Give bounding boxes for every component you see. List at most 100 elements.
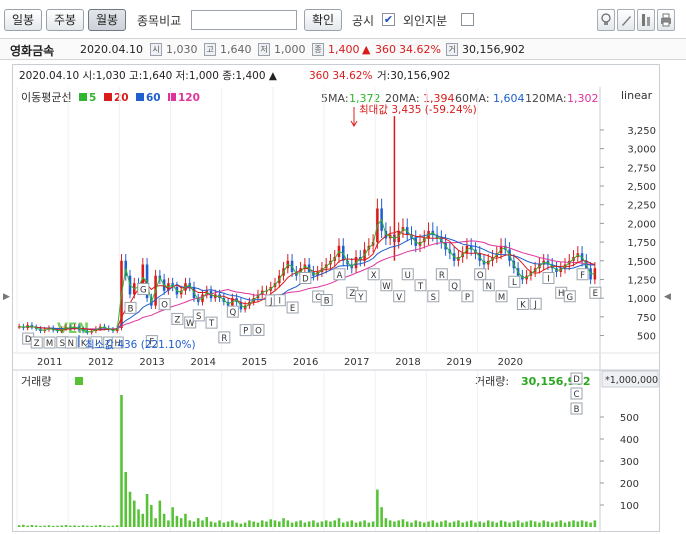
compare-label: 종목비교 bbox=[137, 14, 182, 28]
column-icon[interactable] bbox=[637, 9, 655, 31]
close-price: 1,400 bbox=[328, 43, 360, 56]
volume-bar bbox=[457, 520, 460, 527]
volume-bar bbox=[205, 517, 209, 527]
stock-chart[interactable]: 2020.04.10 시:1,030 고:1,640 저:1,000 종:1,4… bbox=[13, 65, 659, 531]
confirm-button[interactable]: 확인 bbox=[304, 9, 342, 31]
ma-legend-swatch bbox=[79, 93, 87, 101]
volume-tick-label: 100 bbox=[620, 501, 639, 512]
foreign-ownership-label: 외인지분 bbox=[403, 14, 448, 28]
event-marker-label: M bbox=[498, 293, 505, 303]
volume-bar bbox=[51, 525, 55, 527]
event-marker-label: J bbox=[269, 297, 273, 307]
volume-bar bbox=[324, 520, 328, 527]
scroll-left-icon[interactable]: ▶ bbox=[3, 292, 10, 302]
disclosure-checkbox[interactable]: ✔ bbox=[382, 13, 395, 26]
volume-bar bbox=[538, 522, 541, 527]
ma120-label: 120MA: bbox=[525, 92, 567, 105]
event-marker-label: H bbox=[558, 289, 564, 299]
volume-bar bbox=[265, 521, 268, 527]
volume-bar bbox=[77, 525, 81, 527]
volume-bar bbox=[120, 395, 123, 527]
volume-bar bbox=[218, 520, 221, 527]
volume-bar bbox=[423, 522, 426, 527]
volume-bar bbox=[256, 522, 260, 527]
volume-bar bbox=[499, 520, 503, 527]
foreign-ownership-checkbox[interactable] bbox=[461, 13, 474, 26]
tab-weekly[interactable]: 주봉 bbox=[46, 9, 84, 31]
volume-marker-label: B bbox=[574, 405, 580, 415]
volume-bar bbox=[354, 522, 358, 527]
volume-bar bbox=[60, 525, 64, 527]
volume-bar bbox=[235, 522, 238, 527]
volume-bar bbox=[533, 521, 537, 527]
volume-bar bbox=[393, 521, 396, 527]
volume-bar bbox=[431, 520, 435, 527]
volume-bar bbox=[376, 489, 379, 527]
event-marker-label: Q bbox=[451, 282, 458, 292]
volume-bar bbox=[525, 521, 528, 527]
volume-event-markers[interactable]: DCB bbox=[570, 372, 583, 415]
low-price: 1,000 bbox=[274, 43, 306, 56]
event-marker-label: P bbox=[243, 327, 248, 337]
change-arrow: ▲ bbox=[362, 43, 371, 56]
tab-monthly[interactable]: 월봉 bbox=[88, 9, 126, 31]
volume-bar bbox=[384, 518, 388, 527]
scale-mode-label: linear bbox=[621, 89, 653, 102]
event-markers[interactable]: D Z M S N K I C HBGFOZ WSTRQP OJ IEDC BAZ YXWVUTSRQPO… bbox=[22, 268, 602, 349]
volume-bar bbox=[444, 520, 447, 527]
pen-icon[interactable] bbox=[617, 9, 635, 31]
compare-input[interactable] bbox=[191, 10, 297, 30]
volume-bar bbox=[248, 520, 251, 527]
price-tick-label: 750 bbox=[637, 313, 656, 324]
event-marker-label: S bbox=[196, 312, 201, 322]
event-marker-label: R bbox=[439, 271, 445, 281]
scroll-right-icon[interactable]: ◀ bbox=[664, 292, 671, 302]
event-marker-label: W bbox=[382, 282, 391, 292]
volume-tick-label: 500 bbox=[620, 413, 639, 424]
volume-bar bbox=[81, 525, 85, 527]
volume-bar bbox=[495, 522, 499, 527]
volume-bar bbox=[568, 521, 571, 527]
volume-bar bbox=[128, 491, 132, 527]
volume-bar bbox=[111, 525, 115, 527]
volume-bar bbox=[239, 523, 243, 527]
volume-tick-label: 300 bbox=[620, 457, 639, 468]
event-marker-label: B bbox=[128, 304, 134, 314]
event-marker-label: C bbox=[315, 293, 321, 303]
volume-legend-swatch bbox=[75, 377, 83, 385]
lightbulb-icon[interactable] bbox=[597, 9, 615, 31]
ma-legend: 5 20 60 120 bbox=[79, 92, 200, 104]
ma-legend-item: 60 bbox=[146, 92, 161, 104]
volume-marker-label: C bbox=[574, 390, 580, 400]
printer-icon[interactable] bbox=[657, 9, 675, 31]
year-tick-label: 2018 bbox=[395, 357, 420, 368]
volume-bar bbox=[512, 521, 516, 527]
volume-bar bbox=[22, 524, 25, 527]
volume-bar bbox=[316, 522, 319, 527]
volume-bar bbox=[158, 500, 162, 527]
event-marker-label: T bbox=[208, 319, 215, 329]
volume-bar bbox=[307, 521, 311, 527]
high-price: 1,640 bbox=[220, 43, 252, 56]
volume-bar bbox=[516, 520, 520, 527]
chart-header-ohlc: 2020.04.10 시:1,030 고:1,640 저:1,000 종:1,4… bbox=[19, 70, 278, 82]
volume-bar bbox=[508, 522, 511, 527]
change-amount: 360 bbox=[375, 43, 396, 56]
event-marker-label: N bbox=[486, 282, 492, 292]
volume-bar bbox=[418, 521, 422, 527]
event-marker-label: Z bbox=[349, 289, 355, 299]
low-icon: 저 bbox=[258, 43, 270, 56]
disclosure-label: 공시 bbox=[352, 14, 375, 28]
volume-bar bbox=[580, 520, 584, 527]
volume-bar bbox=[209, 521, 213, 527]
volume-bar bbox=[286, 520, 290, 527]
price-tick-label: 1,500 bbox=[627, 257, 656, 268]
volume-bar bbox=[478, 521, 481, 527]
high-icon: 고 bbox=[204, 43, 216, 56]
stock-name: 영화금속 bbox=[10, 44, 55, 58]
volume-bar bbox=[56, 525, 59, 527]
ma5-label: 5MA: bbox=[321, 92, 349, 105]
tab-daily[interactable]: 일봉 bbox=[4, 9, 42, 31]
volume-bar bbox=[388, 520, 392, 527]
volume-bar bbox=[346, 521, 349, 527]
